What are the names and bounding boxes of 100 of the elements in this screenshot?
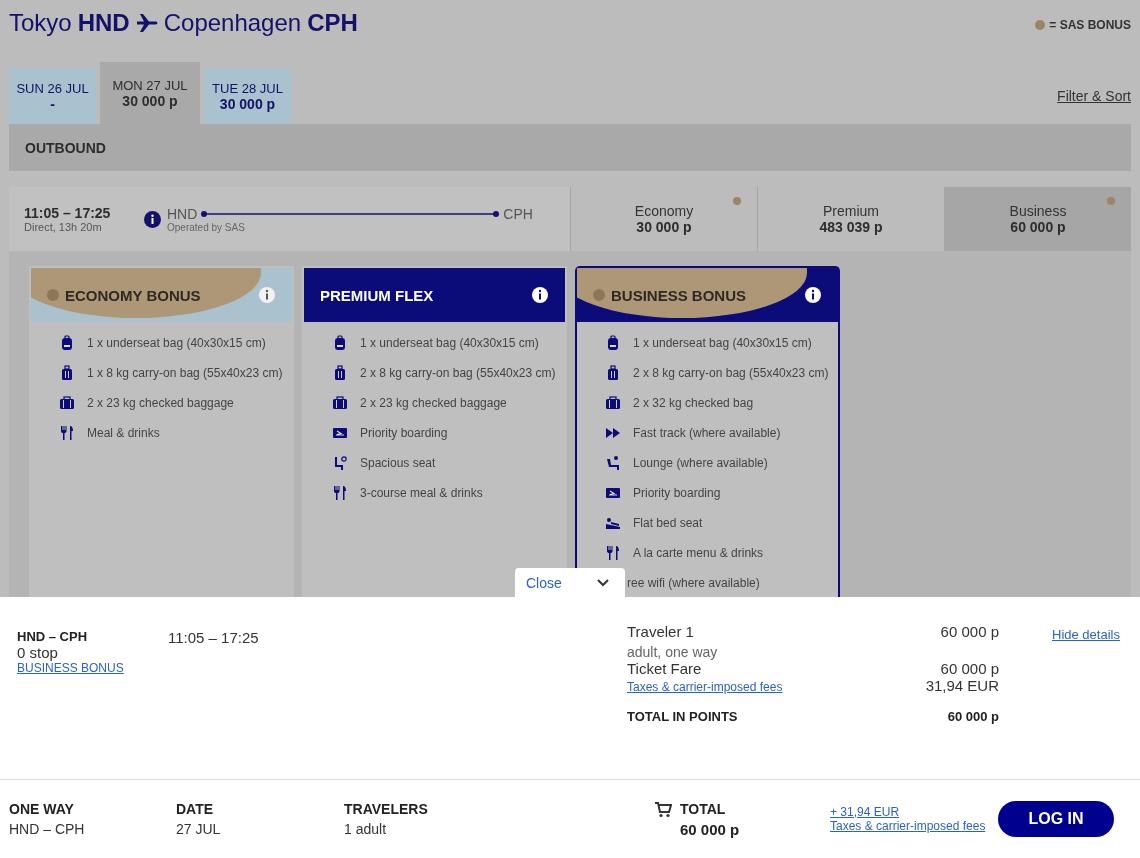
summary-label: DATE <box>176 801 215 817</box>
summary-label: TRAVELERS <box>344 801 429 817</box>
destination-city: Copenhagen <box>163 9 302 37</box>
backpack-icon <box>332 335 348 351</box>
cutlery-icon <box>605 545 621 561</box>
seat-icon <box>332 455 348 471</box>
amenity-text: Priority boarding <box>360 426 448 440</box>
fees-link[interactable]: Taxes & carrier-imposed fees <box>830 819 998 833</box>
flight-times: 11:05 – 17:25 <box>168 629 259 646</box>
info-icon <box>531 286 549 304</box>
fare-option[interactable]: Premium 483 039 p <box>757 187 944 251</box>
amenity-text: ree wifi (where available) <box>627 576 760 590</box>
cart-icon <box>654 801 672 818</box>
amenity-text: A la carte menu & drinks <box>633 546 764 560</box>
bed-icon <box>605 515 621 531</box>
amenity-text: Flat bed seat <box>633 516 703 530</box>
amenity-text: 2 x 23 kg checked baggage <box>87 396 234 410</box>
date-tab[interactable]: TUE 28 JUL 30 000 p <box>204 68 291 124</box>
destination-code: CPH <box>307 9 358 37</box>
taxes-link[interactable]: Taxes & carrier-imposed fees <box>627 680 783 694</box>
close-tab[interactable]: Close <box>515 568 625 597</box>
card-title: ECONOMY BONUS <box>65 286 201 304</box>
amenity-text: 1 x 8 kg carry-on bag (55x40x23 cm) <box>87 366 283 380</box>
amenity-text: 1 x underseat bag (40x30x15 cm) <box>360 336 539 350</box>
operator-label: Operated by SAS <box>167 221 246 233</box>
boarding-pass-icon <box>332 425 348 441</box>
cutlery-icon <box>59 425 75 441</box>
flight-duration: Direct, 13h 20m <box>24 221 103 233</box>
suitcase-icon <box>605 395 621 411</box>
airport-code: CPH <box>503 205 533 222</box>
ticket-label: Ticket Fare <box>627 660 703 677</box>
cabin-price: 30 000 p <box>636 219 692 235</box>
flight-summary[interactable]: 11:05 – 17:25 Direct, 13h 20m HND CPH Operated by SAS <box>9 187 570 251</box>
amenity-text: Meal & drinks <box>87 426 160 440</box>
boarding-pass-icon <box>605 485 621 501</box>
cutlery-icon <box>332 485 348 501</box>
backpack-icon <box>59 335 75 351</box>
total-value: 60 000 p <box>946 709 999 724</box>
flight-times: 11:05 – 17:25 <box>24 205 112 221</box>
lounge-chair-icon <box>605 455 621 471</box>
suitcase-icon <box>59 395 75 411</box>
suitcase-icon <box>332 395 348 411</box>
luggage-icon <box>332 365 348 381</box>
cabin-name: Premium <box>823 203 879 219</box>
summary-value: 27 JUL <box>176 821 222 837</box>
airport-code: HND <box>167 205 198 222</box>
amenity-text: Priority boarding <box>633 486 721 500</box>
fare-option[interactable]: Economy 30 000 p <box>570 187 757 251</box>
summary-value: HND – CPH <box>9 821 86 837</box>
luggage-icon <box>59 365 75 381</box>
hide-details-link[interactable]: Hide details <box>1052 627 1120 642</box>
amenity-text: 2 x 23 kg checked baggage <box>360 396 507 410</box>
amenity-text: Lounge (where available) <box>633 456 768 470</box>
amenity-text: 2 x 8 kg carry-on bag (55x40x23 cm) <box>633 366 829 380</box>
login-button[interactable]: LOG IN <box>998 801 1114 837</box>
total-label: TOTAL <box>680 800 727 817</box>
summary-label: ONE WAY <box>9 801 75 817</box>
route-label: HND – CPH <box>17 629 89 644</box>
traveler-price: 60 000 p <box>939 623 999 640</box>
fare-card[interactable] <box>575 266 840 597</box>
origin-code: HND <box>77 9 130 37</box>
fees-amount-link[interactable]: + 31,94 EUR <box>830 805 998 819</box>
fare-card[interactable]: ECONOMY BONUS 1 x underseat bag (40x30x15 cm) 1 x 8 kg carry-on bag (55x40x23 cm) 2 x 23 kg checked baggage Meal & drinks <box>29 266 294 597</box>
ticket-price: 60 000 p <box>939 660 999 677</box>
summary-value: 1 adult <box>344 821 388 837</box>
filter-sort-link[interactable]: Filter & Sort <box>1057 88 1131 104</box>
date-tab[interactable]: MON 27 JUL 30 000 p <box>100 62 200 124</box>
card-title: BUSINESS BONUS <box>611 286 747 304</box>
fare-link[interactable]: BUSINESS BONUS <box>17 661 168 675</box>
backpack-icon <box>605 335 621 351</box>
fare-option[interactable]: Business 60 000 p <box>944 187 1131 251</box>
info-icon <box>258 286 276 304</box>
card-title: PREMIUM FLEX <box>320 286 434 304</box>
bonus-dot <box>1035 20 1046 30</box>
info-icon <box>804 286 822 304</box>
fast-forward-icon <box>605 425 621 441</box>
origin-city: Tokyo <box>9 9 72 37</box>
stops-label: 0 stop <box>17 644 59 661</box>
cabin-name: Business <box>1009 203 1067 219</box>
luggage-icon <box>605 365 621 381</box>
amenity-text: 2 x 32 kg checked bag <box>633 396 754 410</box>
amenity-text: Fast track (where available) <box>633 426 781 440</box>
amenity-text: 1 x underseat bag (40x30x15 cm) <box>87 336 266 350</box>
info-icon <box>144 210 161 228</box>
total-label: TOTAL IN POINTS <box>627 709 739 724</box>
legend-label: = SAS BONUS <box>1049 18 1131 32</box>
amenity-text: 2 x 8 kg carry-on bag (55x40x23 cm) <box>360 366 556 380</box>
taxes-amount: 31,94 EUR <box>925 677 999 695</box>
date-tab[interactable]: SUN 26 JUL - <box>9 68 96 124</box>
traveler-label: Traveler 1 <box>627 623 695 640</box>
amenity-text: 1 x underseat bag (40x30x15 cm) <box>633 336 812 350</box>
section-title: OUTBOUND <box>25 139 106 156</box>
cabin-price: 483 039 p <box>819 219 883 235</box>
traveler-type: adult, one way <box>627 644 719 660</box>
plane-icon <box>135 13 158 33</box>
amenity-text: Spacious seat <box>360 456 436 470</box>
cabin-price: 60 000 p <box>1010 219 1066 235</box>
amenity-text: 3-course meal & drinks <box>360 486 483 500</box>
chevron-down-icon <box>597 578 609 587</box>
total-value: 60 000 p <box>680 820 740 838</box>
